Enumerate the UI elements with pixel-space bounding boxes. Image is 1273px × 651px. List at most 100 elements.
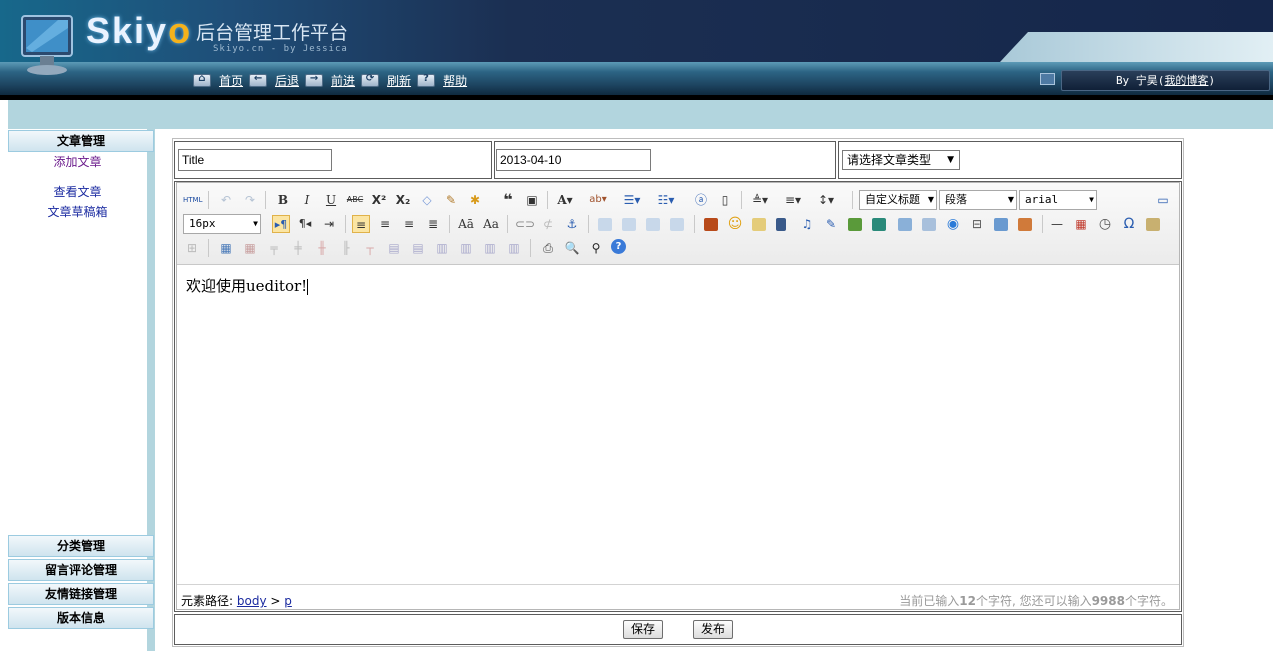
anchor-icon[interactable]: ⚓ <box>563 215 581 233</box>
unordered-list-icon[interactable]: ☷▾ <box>657 191 675 209</box>
align-right-icon[interactable]: ≡ <box>400 215 418 233</box>
date-icon[interactable]: ▦ <box>1072 215 1090 233</box>
save-button[interactable]: 保存 <box>623 620 663 639</box>
snapscreen-icon[interactable] <box>1018 218 1032 231</box>
merge-right-icon[interactable]: ▤ <box>385 239 403 257</box>
date-input[interactable]: 2013-04-10 <box>496 149 651 171</box>
bold-icon[interactable]: B <box>274 191 292 209</box>
table-props-icon[interactable]: ▥ <box>505 239 523 257</box>
rtl-icon[interactable]: ¶◂ <box>296 215 314 233</box>
sidebar-section-version[interactable]: 版本信息 <box>8 607 154 629</box>
heading-combo[interactable]: 自定义标题 ▼ <box>859 190 937 210</box>
eraser-icon[interactable]: ◇ <box>418 191 436 209</box>
search-icon[interactable]: ⚲ <box>587 239 605 257</box>
frame-icon[interactable] <box>898 218 912 231</box>
image-center-icon[interactable] <box>670 218 684 231</box>
paste-plain-icon[interactable]: ▣ <box>523 191 541 209</box>
row-spacing-top-icon[interactable]: ≜▾ <box>751 191 769 209</box>
lowercase-icon[interactable]: Aa <box>482 215 500 233</box>
row-spacing-bottom-icon[interactable]: ≡▾ <box>784 191 802 209</box>
subscript-icon[interactable]: X₂ <box>394 191 412 209</box>
home-icon[interactable]: ⌂ <box>193 73 211 87</box>
sidebar-section-categories[interactable]: 分类管理 <box>8 535 154 557</box>
google-map-icon[interactable] <box>872 218 886 231</box>
music-icon[interactable]: ♫ <box>798 215 816 233</box>
insert-table-icon[interactable]: ⊞ <box>183 239 201 257</box>
link-icon[interactable]: ⊂⊃ <box>515 215 535 233</box>
indent-icon[interactable]: ⇥ <box>320 215 338 233</box>
font-family-combo[interactable]: arial ▼ <box>1019 190 1097 210</box>
insert-col-icon[interactable]: ╫ <box>313 239 331 257</box>
path-body-link[interactable]: body <box>237 594 267 608</box>
time-icon[interactable]: ◷ <box>1096 215 1114 233</box>
strikethrough-icon[interactable]: ABC <box>346 191 364 209</box>
insert-video-icon[interactable] <box>776 218 786 231</box>
nav-home-link[interactable]: 首页 <box>219 72 243 89</box>
help-icon[interactable]: ? <box>611 239 626 254</box>
format-brush-icon[interactable]: ✎ <box>442 191 460 209</box>
image-float-none-icon[interactable] <box>598 218 612 231</box>
select-all-icon[interactable]: ⓐ <box>692 191 710 209</box>
line-height-icon[interactable]: ↕▾ <box>817 191 835 209</box>
font-color-icon[interactable]: A▾ <box>556 191 574 209</box>
forward-arrow-icon[interactable]: → <box>305 73 324 87</box>
fullscreen-icon[interactable]: ▭ <box>1154 191 1172 209</box>
map-icon[interactable] <box>848 218 862 231</box>
nav-back-link[interactable]: 后退 <box>275 72 299 89</box>
underline-icon[interactable]: U <box>322 191 340 209</box>
split-rows-icon[interactable]: ▥ <box>457 239 475 257</box>
italic-icon[interactable]: I <box>298 191 316 209</box>
help-icon[interactable]: ? <box>417 73 436 87</box>
align-center-icon[interactable]: ≡ <box>376 215 394 233</box>
title-input[interactable]: Title <box>178 149 332 171</box>
sidebar-section-articles[interactable]: 文章管理 <box>8 130 154 152</box>
auto-format-icon[interactable]: ✱ <box>466 191 484 209</box>
clear-doc-icon[interactable]: ▯ <box>716 191 734 209</box>
html-source-icon[interactable]: HTML <box>183 191 202 209</box>
back-arrow-icon[interactable]: ← <box>249 73 268 87</box>
horizontal-rule-icon[interactable]: — <box>1048 215 1066 233</box>
sidebar-item-drafts[interactable]: 文章草稿箱 <box>8 200 147 224</box>
editor-content[interactable]: 欢迎使用ueditor! <box>186 275 309 296</box>
ordered-list-icon[interactable]: ☰▾ <box>623 191 641 209</box>
insert-row-icon[interactable]: ╤ <box>265 239 283 257</box>
emoticon-icon[interactable]: ☺ <box>726 215 744 233</box>
sidebar-section-links[interactable]: 友情链接管理 <box>8 583 154 605</box>
sidebar-item-add-article[interactable]: 添加文章 <box>8 152 147 172</box>
editor-content-area[interactable]: 欢迎使用ueditor! <box>177 265 1179 583</box>
table-grid-icon[interactable]: ▦ <box>217 239 235 257</box>
page-break-icon[interactable]: ◉ <box>944 215 962 233</box>
template-icon[interactable]: ⊟ <box>968 215 986 233</box>
paragraph-combo[interactable]: 段落 ▼ <box>939 190 1017 210</box>
align-justify-icon[interactable]: ≣ <box>424 215 442 233</box>
highlight-color-icon[interactable]: ab▾ <box>589 191 607 209</box>
nav-help-link[interactable]: 帮助 <box>443 72 467 89</box>
split-cells-icon[interactable]: ▥ <box>433 239 451 257</box>
category-select[interactable]: 请选择文章类型 ▼ <box>842 150 960 170</box>
refresh-icon[interactable]: ⟳ <box>361 73 380 87</box>
nav-forward-link[interactable]: 前进 <box>331 72 355 89</box>
split-cols-icon[interactable]: ▥ <box>481 239 499 257</box>
sidebar-section-comments[interactable]: 留言评论管理 <box>8 559 154 581</box>
delete-table-icon[interactable]: ▦ <box>241 239 259 257</box>
search-replace-icon[interactable] <box>1146 218 1160 231</box>
sidebar-item-view-articles[interactable]: 查看文章 <box>8 184 147 200</box>
superscript-icon[interactable]: X² <box>370 191 388 209</box>
insert-image-icon[interactable] <box>704 218 718 231</box>
font-size-combo[interactable]: 16px ▼ <box>183 214 261 234</box>
merge-cells-icon[interactable]: ┬ <box>361 239 379 257</box>
special-char-icon[interactable]: Ω <box>1120 215 1138 233</box>
web-app-icon[interactable] <box>922 218 936 231</box>
blockquote-icon[interactable]: ❝ <box>499 191 517 209</box>
my-blog-link[interactable]: 我的博客 <box>1164 74 1208 87</box>
path-p-link[interactable]: p <box>284 594 292 608</box>
unlink-icon[interactable]: ⊄ <box>539 215 557 233</box>
background-icon[interactable] <box>994 218 1008 231</box>
preview-icon[interactable]: 🔍 <box>563 239 581 257</box>
ltr-icon[interactable]: ▸¶ <box>272 215 290 233</box>
redo-icon[interactable]: ↷ <box>241 191 259 209</box>
publish-button[interactable]: 发布 <box>693 620 733 639</box>
uppercase-icon[interactable]: Aā <box>457 215 475 233</box>
align-left-icon[interactable]: ≡ <box>352 215 370 233</box>
delete-row-icon[interactable]: ╪ <box>289 239 307 257</box>
